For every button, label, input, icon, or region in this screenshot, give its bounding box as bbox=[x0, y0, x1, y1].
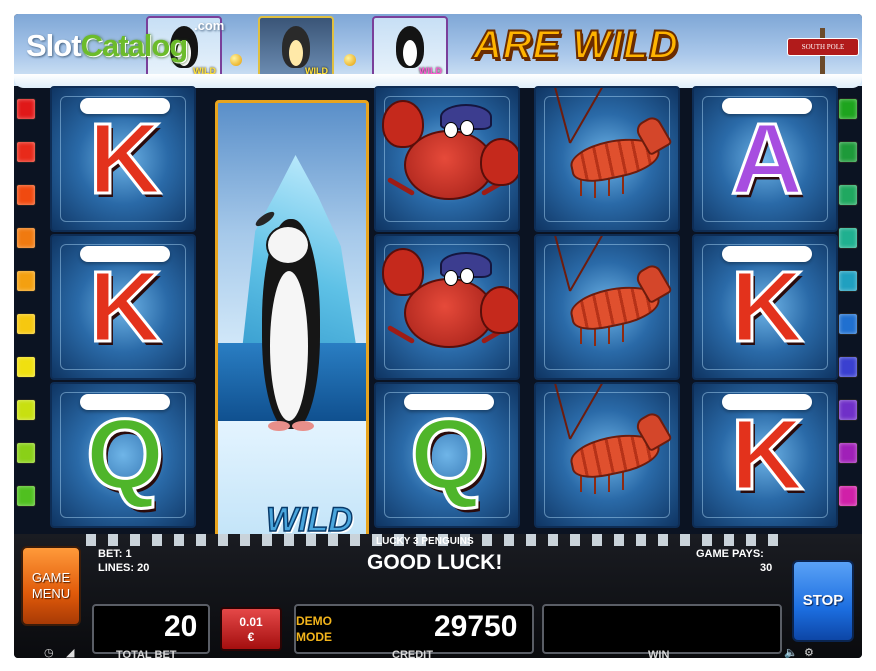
win-caption: WIN bbox=[648, 649, 670, 658]
payline-marker-right-10[interactable] bbox=[838, 485, 858, 507]
denomination-value: 0.01 bbox=[239, 615, 263, 629]
symbol-k: K bbox=[692, 382, 838, 528]
settings-icon[interactable]: ⚙ bbox=[804, 647, 820, 658]
payline-marker-right-7[interactable] bbox=[838, 356, 858, 378]
shrimp-icon bbox=[534, 382, 680, 528]
payline-marker-left-1[interactable] bbox=[16, 98, 36, 120]
wild-penguin-reel: WILD bbox=[215, 100, 369, 544]
symbol-k: K bbox=[50, 234, 196, 380]
shrimp-icon bbox=[534, 86, 680, 232]
symbol-a: A bbox=[692, 86, 838, 232]
shrimp-icon bbox=[534, 234, 680, 380]
clock-icon[interactable]: ◷ bbox=[44, 647, 60, 658]
resize-icon[interactable]: ◢ bbox=[66, 647, 82, 658]
payline-marker-left-7[interactable] bbox=[16, 356, 36, 378]
game-menu-label-2: MENU bbox=[31, 586, 71, 601]
payline-marker-left-6[interactable] bbox=[16, 313, 36, 335]
symbol-k: K bbox=[692, 234, 838, 380]
credit-value: 29750 bbox=[434, 610, 518, 643]
payline-marker-left-4[interactable] bbox=[16, 227, 36, 249]
game-pays-label: GAME PAYS: bbox=[696, 548, 764, 560]
crab-icon bbox=[374, 234, 520, 380]
reel-4 bbox=[534, 86, 680, 530]
lines-label: LINES: 20 bbox=[98, 562, 150, 574]
payline-marker-right-8[interactable] bbox=[838, 399, 858, 421]
bet-label: BET: 1 bbox=[98, 548, 132, 560]
sound-icon[interactable]: 🔈 bbox=[784, 647, 800, 658]
game-menu-label-1: GAME bbox=[31, 570, 71, 585]
win-display bbox=[542, 604, 782, 654]
crab-icon bbox=[374, 86, 520, 232]
payline-marker-left-10[interactable] bbox=[16, 485, 36, 507]
south-pole-sign: SOUTH POLE bbox=[787, 38, 859, 56]
demo-mode-label: DEMO MODE bbox=[296, 614, 332, 644]
symbol-q: Q bbox=[50, 382, 196, 528]
status-message: GOOD LUCK! bbox=[367, 551, 503, 574]
wild-penguin-thumb-3: WILD bbox=[372, 16, 448, 80]
total-bet-caption: TOTAL BET bbox=[116, 649, 177, 658]
payline-marker-right-4[interactable] bbox=[838, 227, 858, 249]
game-pays-value: 30 bbox=[760, 562, 773, 574]
payline-marker-right-6[interactable] bbox=[838, 313, 858, 335]
denomination-currency: € bbox=[247, 630, 255, 644]
credit-caption: CREDIT bbox=[392, 649, 433, 658]
control-panel: GAME MENU BET: 1 LINES: 20 LUCKY 3 PENGU… bbox=[14, 534, 862, 658]
symbol-k: K bbox=[50, 86, 196, 232]
total-bet-value: 20 bbox=[164, 610, 198, 643]
payline-marker-left-2[interactable] bbox=[16, 141, 36, 163]
stop-button[interactable]: STOP bbox=[792, 560, 854, 642]
payline-marker-right-3[interactable] bbox=[838, 184, 858, 206]
reel-5: A K K bbox=[692, 86, 838, 530]
payline-marker-left-5[interactable] bbox=[16, 270, 36, 292]
symbol-q: Q bbox=[374, 382, 520, 528]
reel-grid: K K Q WILD Q A K K bbox=[44, 86, 838, 544]
game-menu-button[interactable]: GAME MENU bbox=[21, 546, 81, 626]
slot-game-frame: WILD WILD WILD ARE WILD SOUTH POLE SlotC… bbox=[14, 14, 862, 658]
slotcatalog-watermark: SlotCatalog .com bbox=[26, 18, 225, 63]
wild-penguin-thumb-2: WILD bbox=[258, 16, 334, 80]
payline-marker-right-1[interactable] bbox=[838, 98, 858, 120]
payline-marker-right-9[interactable] bbox=[838, 442, 858, 464]
coin-icon bbox=[344, 54, 356, 66]
reel-1: K K Q bbox=[50, 86, 196, 530]
reel-3: Q bbox=[374, 86, 520, 530]
coin-icon bbox=[230, 54, 242, 66]
header-headline: ARE WILD bbox=[472, 22, 679, 68]
game-header: WILD WILD WILD ARE WILD SOUTH POLE SlotC… bbox=[14, 14, 862, 88]
payline-markers-left bbox=[16, 92, 36, 524]
payline-marker-right-5[interactable] bbox=[838, 270, 858, 292]
payline-marker-left-9[interactable] bbox=[16, 442, 36, 464]
denomination-button[interactable]: 0.01 € bbox=[220, 607, 282, 651]
payline-marker-left-3[interactable] bbox=[16, 184, 36, 206]
game-title: LUCKY 3 PENGUINS bbox=[376, 536, 474, 547]
payline-markers-right bbox=[838, 92, 858, 524]
payline-marker-right-2[interactable] bbox=[838, 141, 858, 163]
payline-marker-left-8[interactable] bbox=[16, 399, 36, 421]
